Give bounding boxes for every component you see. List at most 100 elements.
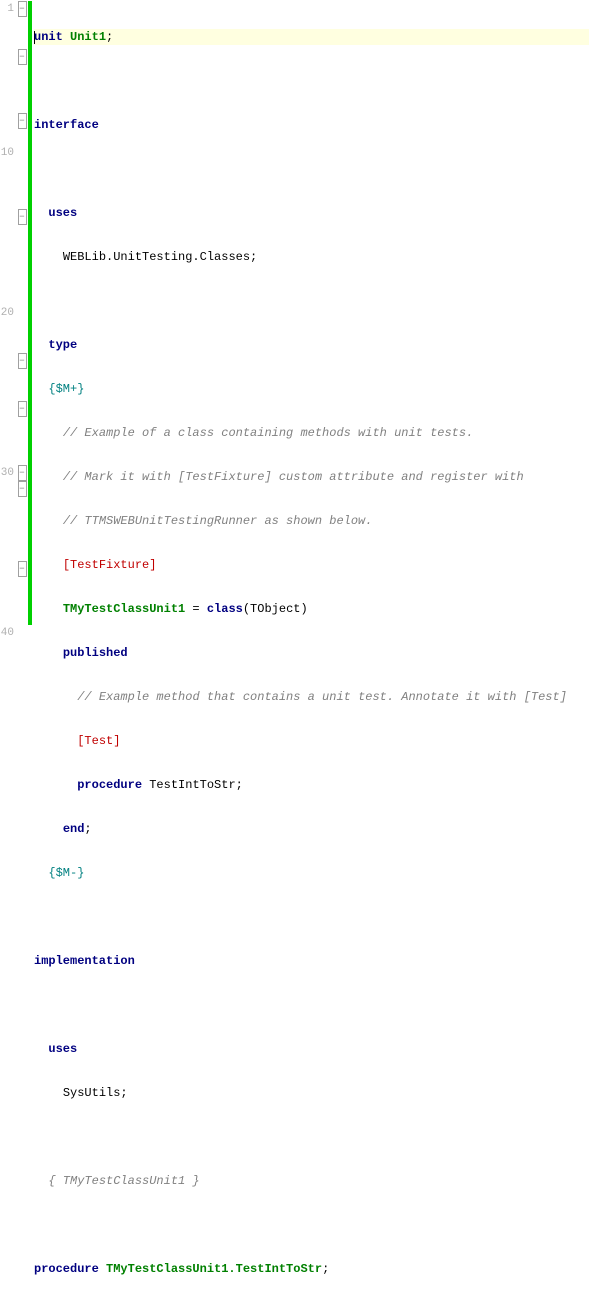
- line-number: [0, 97, 14, 113]
- code-line[interactable]: { TMyTestClassUnit1 }: [34, 1173, 589, 1189]
- line-number: [0, 17, 14, 33]
- minus-icon: −: [18, 49, 27, 65]
- fold-spacer: [16, 241, 28, 257]
- fold-spacer: [16, 625, 28, 641]
- fold-spacer: [16, 257, 28, 273]
- line-number: 20: [0, 305, 14, 321]
- code-line[interactable]: [TestFixture]: [34, 557, 589, 573]
- code-line[interactable]: uses: [34, 205, 589, 221]
- code-line[interactable]: [34, 1129, 589, 1145]
- code-line[interactable]: type: [34, 337, 589, 353]
- fold-spacer: [16, 529, 28, 545]
- line-number: [0, 545, 14, 561]
- line-number: [0, 417, 14, 433]
- code-line[interactable]: interface: [34, 117, 589, 133]
- code-line[interactable]: {$M+}: [34, 381, 589, 397]
- code-line[interactable]: // Example of a class containing methods…: [34, 425, 589, 441]
- line-number: [0, 529, 14, 545]
- fold-spacer: [16, 289, 28, 305]
- line-number: 30: [0, 465, 14, 481]
- minus-icon: −: [18, 1, 27, 17]
- code-line[interactable]: WEBLib.UnitTesting.Classes;: [34, 249, 589, 265]
- line-number: [0, 241, 14, 257]
- line-number: [0, 337, 14, 353]
- code-line[interactable]: uses: [34, 1041, 589, 1057]
- line-number: [0, 193, 14, 209]
- fold-spacer: [16, 273, 28, 289]
- fold-column[interactable]: −−−−−−−−−: [16, 0, 28, 641]
- line-number: [0, 433, 14, 449]
- line-number: [0, 449, 14, 465]
- fold-spacer: [16, 305, 28, 321]
- code-line[interactable]: implementation: [34, 953, 589, 969]
- fold-toggle[interactable]: −: [16, 113, 28, 129]
- fold-toggle[interactable]: −: [16, 401, 28, 417]
- fold-spacer: [16, 129, 28, 145]
- line-number: 1: [0, 1, 14, 17]
- fold-toggle[interactable]: −: [16, 1, 28, 17]
- minus-icon: −: [18, 209, 27, 225]
- line-number: [0, 577, 14, 593]
- line-number: [0, 33, 14, 49]
- code-editor[interactable]: 110203040 −−−−−−−−− unit Unit1; interfac…: [0, 0, 589, 648]
- fold-toggle[interactable]: −: [16, 49, 28, 65]
- code-line[interactable]: procedure TestIntToStr;: [34, 777, 589, 793]
- line-number: [0, 161, 14, 177]
- minus-icon: −: [18, 561, 27, 577]
- code-line[interactable]: {$M-}: [34, 865, 589, 881]
- code-line[interactable]: published: [34, 645, 589, 661]
- fold-spacer: [16, 593, 28, 609]
- code-line[interactable]: // Example method that contains a unit t…: [34, 689, 589, 705]
- line-number: 10: [0, 145, 14, 161]
- fold-spacer: [16, 433, 28, 449]
- fold-toggle[interactable]: −: [16, 353, 28, 369]
- code-line[interactable]: TMyTestClassUnit1 = class(TObject): [34, 601, 589, 617]
- fold-spacer: [16, 225, 28, 241]
- code-line[interactable]: [34, 73, 589, 89]
- fold-spacer: [16, 97, 28, 113]
- fold-spacer: [16, 513, 28, 529]
- fold-spacer: [16, 193, 28, 209]
- fold-spacer: [16, 577, 28, 593]
- code-line[interactable]: procedure TMyTestClassUnit1.TestIntToStr…: [34, 1261, 589, 1277]
- minus-icon: −: [18, 401, 27, 417]
- fold-toggle[interactable]: −: [16, 481, 28, 497]
- code-line[interactable]: [34, 997, 589, 1013]
- line-number: [0, 353, 14, 369]
- fold-spacer: [16, 545, 28, 561]
- line-number: [0, 321, 14, 337]
- code-line[interactable]: [34, 1217, 589, 1233]
- code-line[interactable]: SysUtils;: [34, 1085, 589, 1101]
- fold-spacer: [16, 17, 28, 33]
- line-number: [0, 593, 14, 609]
- line-number: [0, 273, 14, 289]
- fold-spacer: [16, 385, 28, 401]
- fold-spacer: [16, 417, 28, 433]
- fold-spacer: [16, 449, 28, 465]
- code-line[interactable]: [34, 293, 589, 309]
- line-number: [0, 289, 14, 305]
- code-area[interactable]: unit Unit1; interface uses WEBLib.UnitTe…: [32, 0, 589, 1296]
- code-line[interactable]: [34, 909, 589, 925]
- code-line[interactable]: [Test]: [34, 733, 589, 749]
- fold-toggle[interactable]: −: [16, 465, 28, 481]
- code-line[interactable]: [34, 161, 589, 177]
- code-line[interactable]: // Mark it with [TestFixture] custom att…: [34, 469, 589, 485]
- minus-icon: −: [18, 481, 27, 497]
- line-number: [0, 609, 14, 625]
- fold-spacer: [16, 145, 28, 161]
- minus-icon: −: [18, 465, 27, 481]
- code-line[interactable]: unit Unit1;: [34, 29, 589, 45]
- minus-icon: −: [18, 353, 27, 369]
- fold-toggle[interactable]: −: [16, 209, 28, 225]
- line-number-gutter: 110203040: [0, 0, 16, 642]
- line-number: [0, 401, 14, 417]
- fold-spacer: [16, 81, 28, 97]
- fold-spacer: [16, 369, 28, 385]
- line-number: [0, 369, 14, 385]
- fold-spacer: [16, 65, 28, 81]
- fold-toggle[interactable]: −: [16, 561, 28, 577]
- code-line[interactable]: end;: [34, 821, 589, 837]
- line-number: [0, 513, 14, 529]
- code-line[interactable]: // TTMSWEBUnitTestingRunner as shown bel…: [34, 513, 589, 529]
